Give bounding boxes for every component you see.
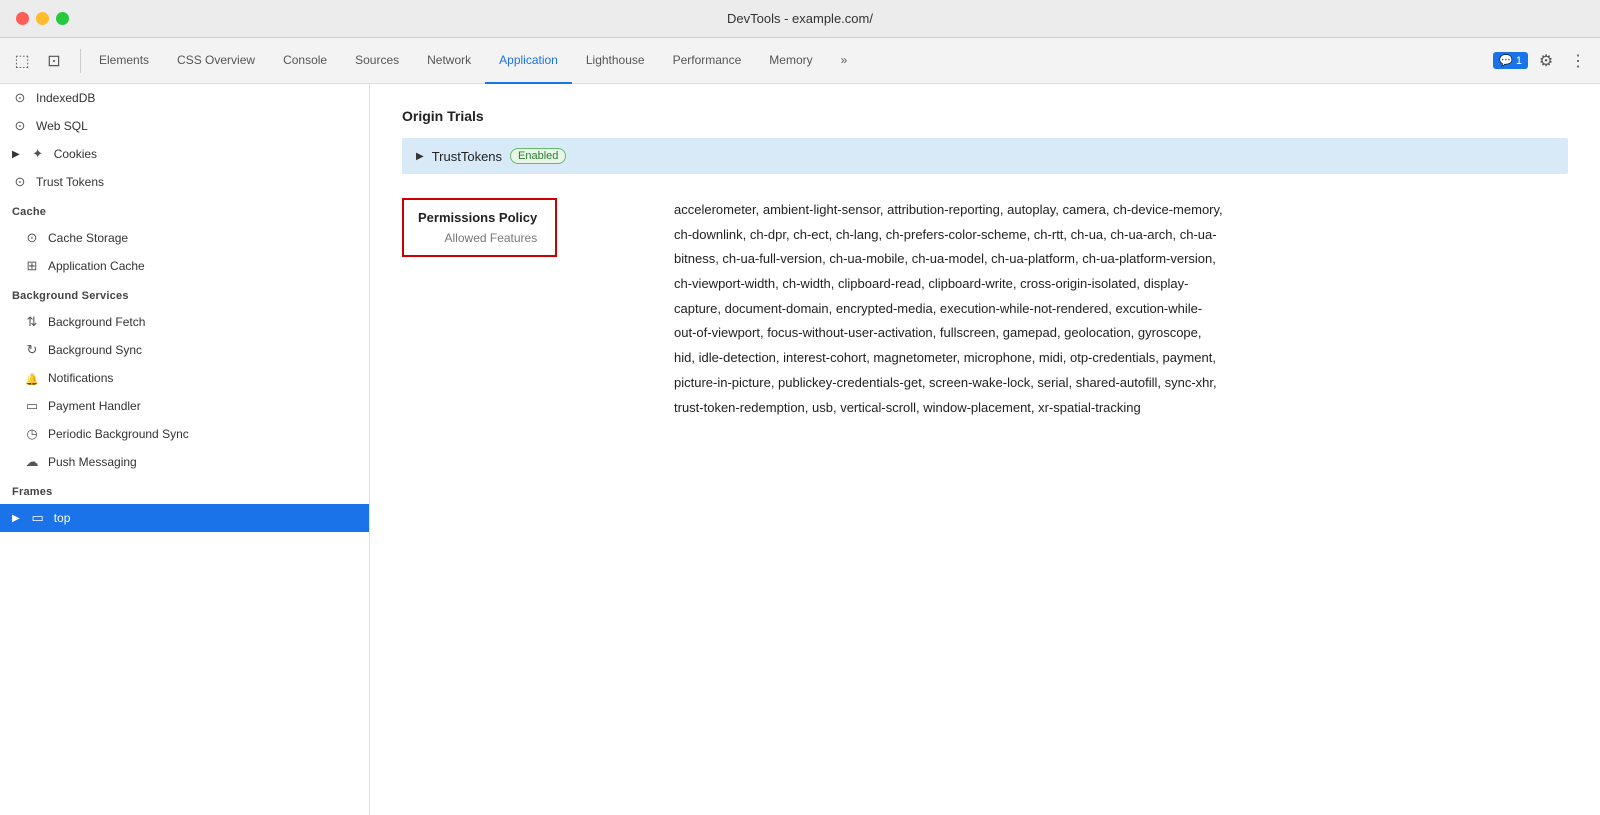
tab-css-overview[interactable]: CSS Overview [163,38,269,84]
sidebar-item-label: Trust Tokens [36,175,104,189]
sidebar-item-background-fetch[interactable]: Background Fetch [0,308,369,336]
notification-badge[interactable]: 💬 1 [1493,52,1528,69]
window-controls [16,12,69,25]
content-panel: Origin Trials ▶ TrustTokens Enabled Perm… [370,84,1600,815]
cache-storage-icon [24,230,40,246]
origin-trials-title: Origin Trials [402,108,1568,124]
notification-count: 1 [1516,55,1522,67]
cookies-icon [30,146,46,162]
permissions-label-box: Permissions Policy Allowed Features [402,198,557,257]
tab-elements[interactable]: Elements [85,38,163,84]
features-line-1: accelerometer, ambient-light-sensor, att… [674,198,1223,223]
sidebar-item-label: Cookies [54,147,97,161]
sidebar-item-push-messaging[interactable]: Push Messaging [0,448,369,476]
features-line-6: out-of-viewport, focus-without-user-acti… [674,321,1223,346]
titlebar: DevTools - example.com/ [0,0,1600,38]
permissions-policy-section: Permissions Policy Allowed Features acce… [402,198,1568,420]
tokens-icon [12,174,28,190]
more-options-icon[interactable]: ⋮ [1564,47,1592,75]
permissions-features: accelerometer, ambient-light-sensor, att… [662,198,1223,420]
cursor-icon[interactable]: ⬚ [8,47,36,75]
sync-icon [24,342,40,358]
sidebar-item-label: Web SQL [36,119,88,133]
expand-arrow-icon: ▶ [12,513,20,524]
sidebar-item-trust-tokens[interactable]: Trust Tokens [0,168,369,196]
sidebar-item-label: top [54,511,71,525]
sidebar-item-cache-storage[interactable]: Cache Storage [0,224,369,252]
sidebar-item-indexeddb[interactable]: IndexedDB [0,84,369,112]
push-icon [24,454,40,470]
tab-overflow[interactable]: » [827,38,862,84]
trust-tokens-row[interactable]: ▶ TrustTokens Enabled [402,138,1568,174]
features-line-9: trust-token-redemption, usb, vertical-sc… [674,396,1223,421]
sidebar-item-notifications[interactable]: Notifications [0,364,369,392]
sidebar-section-cache: Cache [0,196,369,224]
features-line-8: picture-in-picture, publickey-credential… [674,371,1223,396]
sidebar-item-payment-handler[interactable]: Payment Handler [0,392,369,420]
sidebar-item-label: Payment Handler [48,399,141,413]
sidebar-section-background-services: Background Services [0,280,369,308]
expand-arrow-icon: ▶ [12,149,20,160]
app-cache-icon [24,258,40,274]
tab-application[interactable]: Application [485,38,572,84]
sidebar-item-label: Background Sync [48,343,142,357]
end-icons: 💬 1 ⚙ ⋮ [1493,47,1592,75]
sidebar-item-label: Background Fetch [48,315,145,329]
features-line-3: bitness, ch-ua-full-version, ch-ua-mobil… [674,247,1223,272]
inspect-icon[interactable]: ⊡ [40,47,68,75]
tab-lighthouse[interactable]: Lighthouse [572,38,659,84]
sidebar-item-label: Push Messaging [48,455,137,469]
sidebar: IndexedDB Web SQL ▶ Cookies Trust Tokens… [0,84,370,815]
payment-icon [24,398,40,414]
sidebar-item-cookies[interactable]: ▶ Cookies [0,140,369,168]
main-content: IndexedDB Web SQL ▶ Cookies Trust Tokens… [0,84,1600,815]
features-line-4: ch-viewport-width, ch-width, clipboard-r… [674,272,1223,297]
tab-network[interactable]: Network [413,38,485,84]
trust-tokens-arrow-icon: ▶ [416,151,424,162]
sidebar-item-label: Notifications [48,371,113,385]
sidebar-item-application-cache[interactable]: Application Cache [0,252,369,280]
notifications-icon [24,371,40,386]
notification-icon: 💬 [1499,54,1513,67]
settings-icon[interactable]: ⚙ [1532,47,1560,75]
fetch-icon [24,314,40,330]
tab-console[interactable]: Console [269,38,341,84]
enabled-badge: Enabled [510,148,566,164]
sidebar-item-periodic-sync[interactable]: Periodic Background Sync [0,420,369,448]
sidebar-item-websql[interactable]: Web SQL [0,112,369,140]
features-line-7: hid, idle-detection, interest-cohort, ma… [674,346,1223,371]
sidebar-item-top[interactable]: ▶ top [0,504,369,532]
sidebar-section-frames: Frames [0,476,369,504]
minimize-button[interactable] [36,12,49,25]
sidebar-item-background-sync[interactable]: Background Sync [0,336,369,364]
frame-icon [30,510,46,526]
devtools-window: ⬚ ⊡ Elements CSS Overview Console Source… [0,38,1600,815]
features-line-2: ch-downlink, ch-dpr, ch-ect, ch-lang, ch… [674,223,1223,248]
sidebar-item-label: Application Cache [48,259,145,273]
sidebar-item-label: Periodic Background Sync [48,427,189,441]
permissions-label-container: Permissions Policy Allowed Features [402,198,662,257]
close-button[interactable] [16,12,29,25]
tab-performance[interactable]: Performance [659,38,756,84]
tab-sources[interactable]: Sources [341,38,413,84]
sidebar-item-label: IndexedDB [36,91,95,105]
periodic-icon [24,426,40,442]
toolbar-icons: ⬚ ⊡ [8,47,68,75]
tab-memory[interactable]: Memory [755,38,826,84]
window-title: DevTools - example.com/ [727,11,873,26]
database-icon [12,90,28,106]
features-line-5: capture, document-domain, encrypted-medi… [674,297,1223,322]
sidebar-item-label: Cache Storage [48,231,128,245]
permissions-allowed-label: Allowed Features [418,231,537,245]
trust-tokens-label: TrustTokens [432,149,502,164]
tab-divider-1 [80,49,81,73]
permissions-policy-title: Permissions Policy [418,210,537,225]
tabbar: ⬚ ⊡ Elements CSS Overview Console Source… [0,38,1600,84]
database-icon [12,118,28,134]
maximize-button[interactable] [56,12,69,25]
